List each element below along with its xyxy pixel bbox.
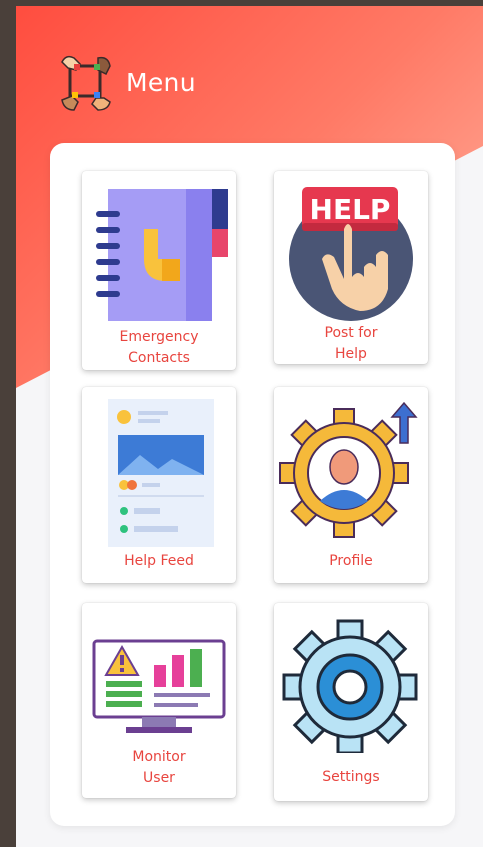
feed-icon [108, 399, 214, 547]
tile-label: Monitor User [132, 749, 186, 786]
help-text: HELP [310, 193, 391, 226]
emergency-contacts-tile[interactable]: Emergency Contacts [82, 171, 236, 370]
tile-label: Settings [322, 769, 380, 785]
monitor-user-tile[interactable]: Monitor User [82, 603, 236, 798]
profile-gear-icon [279, 401, 418, 538]
settings-gear-icon [282, 619, 418, 753]
menu-card: Emergency Contacts HELP Post for Help He… [50, 143, 455, 826]
app-screen: Menu Emergency Contacts HELP Post for He… [16, 6, 483, 847]
tile-label: Post for Help [324, 325, 378, 362]
post-for-help-tile[interactable]: HELP Post for Help [274, 171, 428, 364]
app-header: Menu [58, 50, 196, 114]
hands-circle-icon [61, 55, 111, 111]
page-title: Menu [126, 67, 196, 97]
settings-tile[interactable]: Settings [274, 603, 428, 801]
contact-book-icon [96, 189, 228, 321]
help-feed-tile[interactable]: Help Feed [82, 387, 236, 583]
profile-tile[interactable]: Profile [274, 387, 428, 583]
help-button-icon: HELP [289, 187, 413, 321]
tile-label: Emergency Contacts [119, 329, 199, 366]
monitor-dashboard-icon [92, 639, 226, 733]
tile-label: Profile [329, 553, 373, 569]
tile-label: Help Feed [124, 553, 194, 569]
